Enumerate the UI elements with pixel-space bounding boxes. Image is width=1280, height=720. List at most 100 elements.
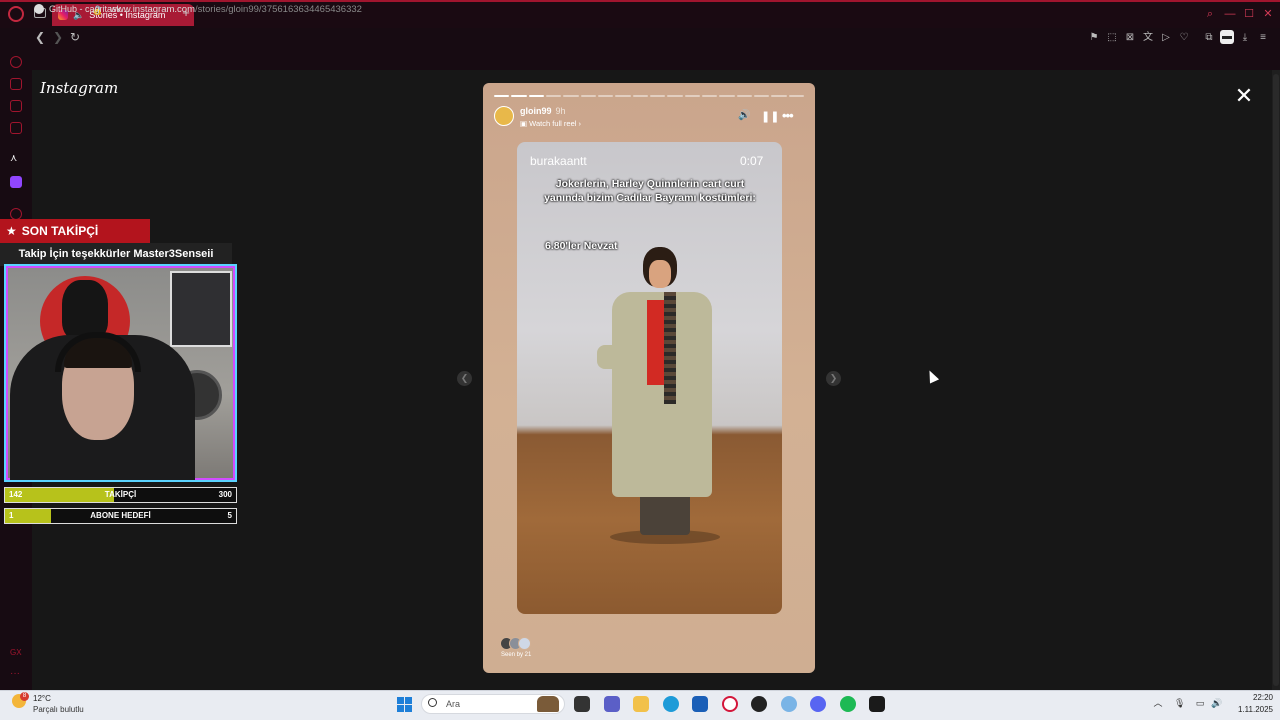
story-progress-segment bbox=[511, 95, 527, 97]
sidebar-ai-icon[interactable] bbox=[10, 78, 22, 90]
reel-username: burakaantt bbox=[530, 154, 587, 168]
url-field[interactable]: www.instagram.com/stories/gloin99/375616… bbox=[110, 4, 362, 15]
bookmark-icon[interactable]: ⚑ bbox=[1087, 31, 1101, 45]
profile-icon[interactable]: ▬ bbox=[1220, 30, 1234, 44]
url-path: /stories/gloin99/3756163634465436332 bbox=[195, 4, 362, 15]
weather-badge: 8 bbox=[20, 692, 29, 701]
video-person-scarf bbox=[664, 292, 676, 404]
minimize-button[interactable]: — bbox=[1224, 8, 1236, 20]
clock-time[interactable]: 22:20 bbox=[1233, 693, 1273, 702]
story-username[interactable]: gloin99 9h bbox=[520, 106, 566, 116]
adblock-icon[interactable]: ⊠ bbox=[1123, 31, 1137, 45]
search-tabs-icon[interactable]: ⌕ bbox=[1204, 8, 1216, 20]
github-icon bbox=[34, 4, 44, 14]
sub-goal-bar: 1 ABONE HEDEFİ 5 bbox=[4, 508, 237, 524]
speaker-tray-icon[interactable]: 🔊 bbox=[1211, 698, 1222, 708]
network-app-icon[interactable] bbox=[781, 696, 797, 712]
viewer-avatars[interactable] bbox=[500, 637, 531, 650]
reel-caption-secondary: 6.80'ler Nevzat bbox=[545, 240, 618, 252]
weather-description[interactable]: Parçalı bulutlu bbox=[33, 705, 84, 714]
sidebar-messenger-icon[interactable] bbox=[10, 100, 22, 112]
story-progress-segment bbox=[632, 95, 648, 97]
story-username-text[interactable]: gloin99 bbox=[520, 106, 552, 116]
tray-chevron-icon[interactable]: ︿ bbox=[1153, 698, 1163, 708]
follower-goal-label: TAKİPÇİ bbox=[104, 490, 137, 499]
obs-icon[interactable] bbox=[751, 696, 767, 712]
star-icon: ★ bbox=[6, 224, 17, 238]
extensions-icon[interactable]: ⧉ bbox=[1202, 31, 1216, 45]
scrollbar-thumb[interactable] bbox=[1273, 74, 1279, 686]
video-person-arm bbox=[597, 345, 625, 369]
clock-date[interactable]: 1.11.2025 bbox=[1228, 705, 1273, 714]
story-progress-segment bbox=[701, 95, 718, 97]
sidebar-more-icon[interactable]: ··· bbox=[10, 668, 20, 679]
close-story-button[interactable]: ✕ bbox=[1234, 85, 1254, 107]
story-progress-segment bbox=[667, 95, 683, 97]
sidebar-twitch-a-icon[interactable]: ⋏ bbox=[10, 153, 17, 164]
file-explorer-icon[interactable] bbox=[633, 696, 649, 712]
store-icon[interactable] bbox=[692, 696, 708, 712]
sidebar-gx-icon[interactable]: GX bbox=[10, 648, 22, 657]
follower-goal-target: 300 bbox=[218, 490, 232, 499]
story-user-avatar[interactable] bbox=[494, 106, 514, 126]
bookmark-bar bbox=[0, 50, 1280, 70]
viewer-avatar bbox=[518, 637, 531, 650]
watch-full-reel-label: Watch full reel › bbox=[529, 119, 581, 128]
task-view-icon[interactable] bbox=[574, 696, 590, 712]
story-progress-segment bbox=[684, 95, 700, 97]
bookmark-github[interactable]: GitHub - cagritask... bbox=[34, 4, 129, 14]
reel-icon: ▣ bbox=[520, 119, 530, 128]
reel-caption: Jokerlerin, Harley Quinnlerin cart curt … bbox=[544, 178, 756, 204]
opera-logo-icon[interactable] bbox=[8, 6, 24, 22]
download-icon[interactable]: ⤓ bbox=[1238, 31, 1252, 45]
opera-gx-taskbar-icon[interactable] bbox=[722, 696, 738, 712]
story-progress-segment bbox=[649, 95, 666, 97]
story-progress-segment bbox=[615, 95, 631, 97]
weather-temperature[interactable]: 12°C bbox=[33, 694, 51, 703]
story-progress-segment bbox=[580, 95, 596, 97]
more-options-icon[interactable]: ••• bbox=[782, 108, 800, 123]
volume-icon[interactable]: 🔊 bbox=[738, 110, 752, 124]
video-person-face bbox=[649, 260, 671, 288]
story-progress-segment bbox=[545, 95, 562, 97]
story-progress-bar bbox=[494, 95, 804, 97]
story-progress-segment bbox=[771, 95, 787, 97]
snapshot-icon[interactable]: ⬚ bbox=[1105, 31, 1119, 45]
translate-icon[interactable]: 文 bbox=[1141, 31, 1155, 45]
back-button[interactable]: ❮ bbox=[32, 29, 48, 45]
heart-icon[interactable]: ♡ bbox=[1177, 31, 1191, 45]
forward-button[interactable]: ❯ bbox=[50, 29, 66, 45]
reload-button[interactable]: ↻ bbox=[67, 29, 83, 45]
webcam-framed-poster bbox=[170, 271, 232, 347]
player-icon[interactable]: ▷ bbox=[1159, 31, 1173, 45]
pause-icon[interactable]: ❚❚ bbox=[761, 110, 779, 124]
sidebar-m-icon[interactable] bbox=[10, 122, 22, 134]
menu-icon[interactable]: ≡ bbox=[1256, 31, 1270, 45]
streamlabs-icon[interactable] bbox=[869, 696, 885, 712]
microphone-icon[interactable]: 🎙 bbox=[1174, 698, 1185, 708]
sidebar-speed-dial-icon[interactable] bbox=[10, 56, 22, 68]
story-progress-segment bbox=[528, 95, 544, 97]
window-close-button[interactable]: ✕ bbox=[1262, 8, 1274, 20]
edge-icon[interactable] bbox=[663, 696, 679, 712]
sub-goal-target: 5 bbox=[227, 511, 232, 520]
seen-by-count[interactable]: Seen by 21 bbox=[501, 652, 531, 658]
follower-thanks: Takip İçin teşekkürler Master3Senseii bbox=[0, 243, 232, 266]
sub-goal-label: ABONE HEDEFİ bbox=[90, 511, 151, 520]
windows-start-icon[interactable] bbox=[397, 697, 412, 712]
next-story-button[interactable]: ❯ bbox=[826, 371, 841, 386]
story-progress-segment bbox=[597, 95, 614, 97]
story-time-ago: 9h bbox=[555, 106, 566, 116]
watch-full-reel-link[interactable]: ▣ Watch full reel › bbox=[520, 119, 581, 128]
bookmark-label: GitHub - cagritask... bbox=[49, 4, 129, 14]
sidebar-twitch-icon[interactable] bbox=[10, 176, 22, 188]
spotify-icon[interactable] bbox=[840, 696, 856, 712]
teams-icon[interactable] bbox=[604, 696, 620, 712]
maximize-button[interactable]: ☐ bbox=[1243, 8, 1255, 20]
display-icon[interactable]: ▭ bbox=[1195, 698, 1205, 708]
discord-icon[interactable] bbox=[810, 696, 826, 712]
instagram-logo[interactable]: Instagram bbox=[40, 79, 118, 97]
search-highlight-image[interactable] bbox=[537, 696, 559, 712]
previous-story-button[interactable]: ❮ bbox=[457, 371, 472, 386]
story-progress-segment bbox=[753, 95, 770, 97]
